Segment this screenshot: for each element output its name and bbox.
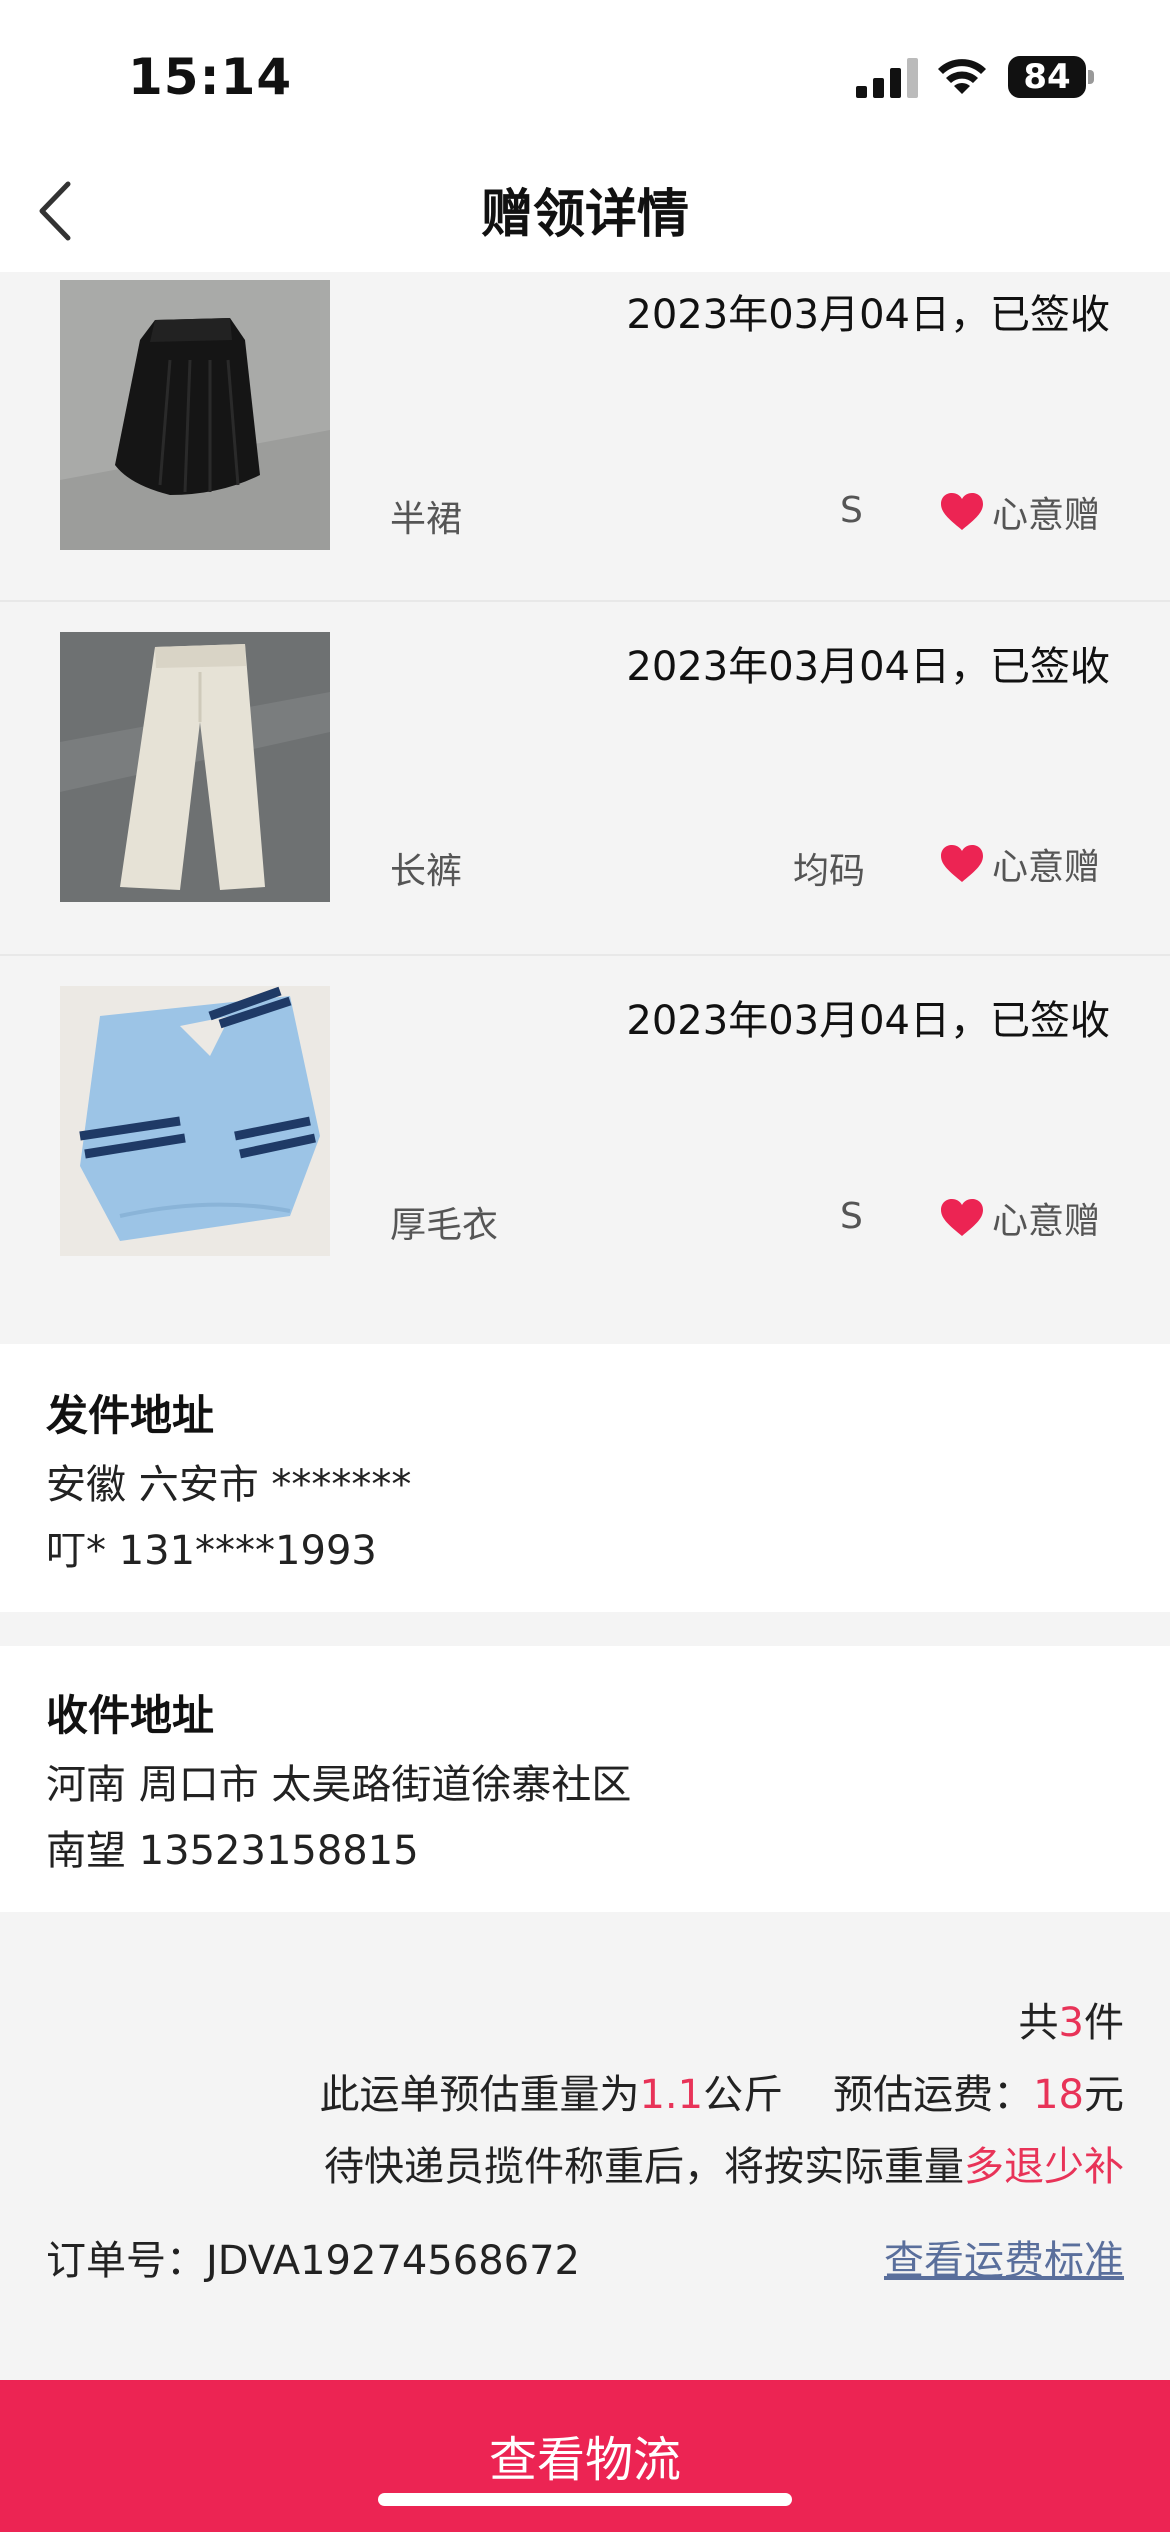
receiver-contact: 南望 13523158815 (46, 1828, 419, 1874)
heart-icon (941, 493, 983, 530)
shipping-summary: 共3件 此运单预估重量为1.1公斤 预估运费：18元 待快递员揽件称重后，将按实际… (0, 1912, 1170, 2380)
item-date: 2023年03月04日，已签收 (626, 644, 1110, 690)
wifi-icon (938, 59, 986, 94)
sender-address-card: 发件地址 安徽 六安市 ******* 叮* 131****1993 (0, 1344, 1170, 1612)
cellular-signal-icon (856, 58, 918, 98)
sender-title: 发件地址 (46, 1391, 215, 1440)
battery-tip (1088, 70, 1094, 84)
nav-bar: 赠领详情 (0, 150, 1170, 272)
battery-icon: 84 (1008, 56, 1086, 98)
item-size: 均码 (793, 851, 866, 892)
gift-badge: 心意赠 (940, 1192, 1100, 1244)
gift-label: 心意赠 (992, 847, 1101, 888)
fee-prefix: 预估运费： (833, 2072, 1034, 2118)
item-count: 共3件 (1019, 1990, 1124, 2048)
fee-unit: 元 (1084, 2072, 1124, 2118)
status-time: 15:14 (128, 48, 293, 106)
item-size: S (840, 1196, 863, 1237)
receiver-address-card: 收件地址 河南 周口市 太昊路街道徐寨社区 南望 13523158815 (0, 1646, 1170, 1912)
item-name: 厚毛衣 (390, 1205, 499, 1246)
count-suffix: 件 (1084, 2000, 1124, 2046)
view-logistics-button[interactable]: 查看物流 (0, 2380, 1170, 2532)
gift-label: 心意赠 (992, 495, 1101, 536)
weight-prefix: 此运单预估重量为 (319, 2072, 640, 2118)
item-date: 2023年03月04日，已签收 (626, 292, 1110, 338)
receiver-title: 收件地址 (46, 1691, 215, 1740)
item-date: 2023年03月04日，已签收 (626, 998, 1110, 1044)
count-value: 3 (1058, 2000, 1084, 2046)
heart-icon (941, 845, 983, 882)
count-prefix: 共 (1018, 2000, 1059, 2046)
product-thumbnail-skirt[interactable] (60, 280, 330, 550)
weight-fee-line: 此运单预估重量为1.1公斤 预估运费：18元 (319, 2062, 1124, 2120)
order-value: JDVA19274568672 (206, 2238, 581, 2284)
weight-unit: 公斤 (703, 2072, 784, 2118)
order-label: 订单号： (46, 2238, 206, 2284)
fee-value: 18 (1033, 2072, 1084, 2118)
order-number: 订单号：JDVA19274568672 (46, 2228, 580, 2286)
item-size: S (840, 490, 863, 531)
weight-note: 待快递员揽件称重后，将按实际重量多退少补 (324, 2134, 1124, 2192)
home-indicator[interactable] (378, 2493, 792, 2506)
item-name: 半裙 (390, 499, 463, 540)
shipping-fee-standard-link[interactable]: 查看运费标准 (884, 2228, 1124, 2286)
note-highlight: 多退少补 (964, 2144, 1124, 2190)
heart-icon (941, 1199, 983, 1236)
note-prefix: 待快递员揽件称重后，将按实际重量 (324, 2144, 964, 2190)
product-thumbnail-sweater[interactable] (60, 986, 330, 1256)
view-logistics-label: 查看物流 (488, 2432, 681, 2488)
page-title: 赠领详情 (480, 185, 689, 245)
status-bar: 15:14 84 (0, 0, 1170, 150)
weight-value: 1.1 (639, 2072, 704, 2118)
receiver-address: 河南 周口市 太昊路街道徐寨社区 (46, 1762, 632, 1808)
gift-badge: 心意赠 (940, 838, 1100, 890)
sender-contact: 叮* 131****1993 (46, 1528, 377, 1574)
sender-address: 安徽 六安市 ******* (46, 1462, 412, 1508)
gift-label: 心意赠 (992, 1201, 1101, 1242)
item-name: 长裤 (390, 851, 463, 892)
list-item[interactable]: 2023年03月04日，已签收 长裤 均码 心意赠 (0, 602, 1170, 956)
list-item[interactable]: 2023年03月04日，已签收 厚毛衣 S 心意赠 (0, 956, 1170, 1340)
product-thumbnail-pants[interactable] (60, 632, 330, 902)
gift-badge: 心意赠 (940, 486, 1100, 538)
list-item[interactable]: 2023年03月04日，已签收 半裙 S 心意赠 (0, 272, 1170, 602)
